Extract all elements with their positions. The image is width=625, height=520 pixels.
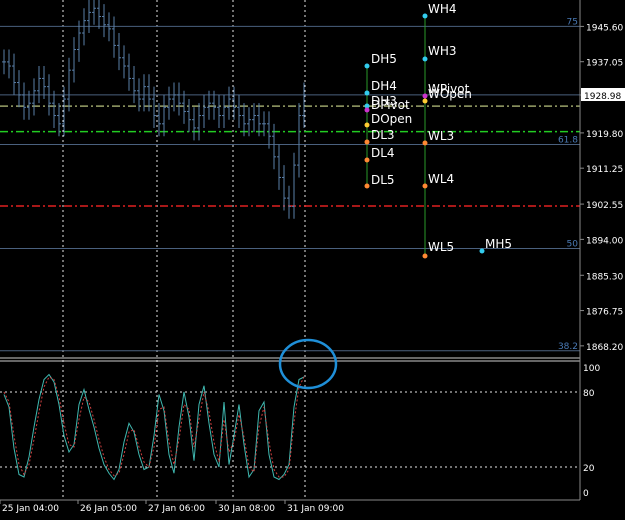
pivot-dot — [364, 90, 370, 96]
price-tick-label-5: 1902.55 — [586, 201, 623, 211]
pivot-label-wopen: WOpen — [428, 87, 472, 101]
pivot-dot — [364, 122, 370, 128]
fib-label-3: 38.2 — [558, 342, 578, 352]
stoch-tick-label-0: 100 — [583, 364, 600, 374]
pivot-label-dl5: DL5 — [371, 173, 395, 187]
time-tick-label-1: 26 Jan 05:00 — [80, 504, 137, 514]
fib-label-2: 50 — [567, 239, 579, 249]
price-tick-label-9: 1868.20 — [586, 343, 623, 353]
pivot-dot — [364, 139, 370, 145]
current-price-label: 1928.98 — [584, 92, 621, 102]
fib-label-0: 75 — [567, 17, 578, 27]
pivot-label-mh5: MH5 — [485, 237, 512, 251]
stoch-tick-label-2: 20 — [583, 464, 595, 474]
price-tick-label-8: 1876.75 — [586, 308, 623, 318]
pivot-dot — [422, 13, 428, 19]
time-tick-label-3: 30 Jan 08:00 — [218, 504, 275, 514]
pivot-label-wl5: WL5 — [428, 240, 454, 254]
fib-label-1: 61.8 — [558, 135, 578, 145]
pivot-dot — [364, 63, 370, 69]
chart-background — [0, 0, 625, 516]
price-tick-label-3: 1919.80 — [586, 130, 623, 140]
pivot-dot — [479, 248, 485, 254]
stoch-tick-label-3: 0 — [583, 489, 589, 499]
time-tick-label-2: 27 Jan 06:00 — [148, 504, 205, 514]
pivot-dot — [422, 253, 428, 259]
price-tick-label-7: 1885.30 — [586, 272, 623, 282]
pivot-label-dh5: DH5 — [371, 52, 397, 66]
price-tick-label-0: 1945.60 — [586, 23, 623, 33]
pivot-label-wl3: WL3 — [428, 129, 454, 143]
monthly-pivot-labels: MH5 — [485, 237, 512, 251]
pivot-dot — [364, 183, 370, 189]
time-tick-label-4: 31 Jan 09:00 — [287, 504, 344, 514]
pivot-label-dl4: DL4 — [371, 146, 395, 160]
pivot-dot — [422, 56, 428, 62]
pivot-dot — [422, 183, 428, 189]
price-tick-label-4: 1911.25 — [586, 165, 623, 175]
pivot-label-wh3: WH3 — [428, 44, 457, 58]
time-tick-label-0: 25 Jan 04:00 — [2, 504, 59, 514]
pivot-dot — [364, 107, 370, 113]
pivot-label-dl3: DL3 — [371, 128, 395, 142]
price-tick-label-1: 1937.05 — [586, 59, 623, 69]
trading-chart: 75 61.8 50 38.2 1945.60 1937.05 1919.80 1911.25… — [0, 0, 625, 516]
chart-svg: 75 61.8 50 38.2 1945.60 1937.05 1919.80 1911.25… — [0, 0, 625, 516]
pivot-dot — [422, 93, 428, 99]
pivot-label-dpivot: DPivot — [371, 98, 410, 112]
pivot-dot — [422, 140, 428, 146]
pivot-label-dopen: DOpen — [371, 112, 412, 126]
pivot-dot — [364, 157, 370, 163]
pivot-label-wh4: WH4 — [428, 2, 457, 16]
pivot-label-wl4: WL4 — [428, 172, 454, 186]
pivot-label-dh4: DH4 — [371, 79, 397, 93]
stoch-tick-label-1: 80 — [583, 389, 595, 399]
price-tick-label-6: 1894.00 — [586, 236, 623, 246]
pivot-dot — [422, 98, 428, 104]
